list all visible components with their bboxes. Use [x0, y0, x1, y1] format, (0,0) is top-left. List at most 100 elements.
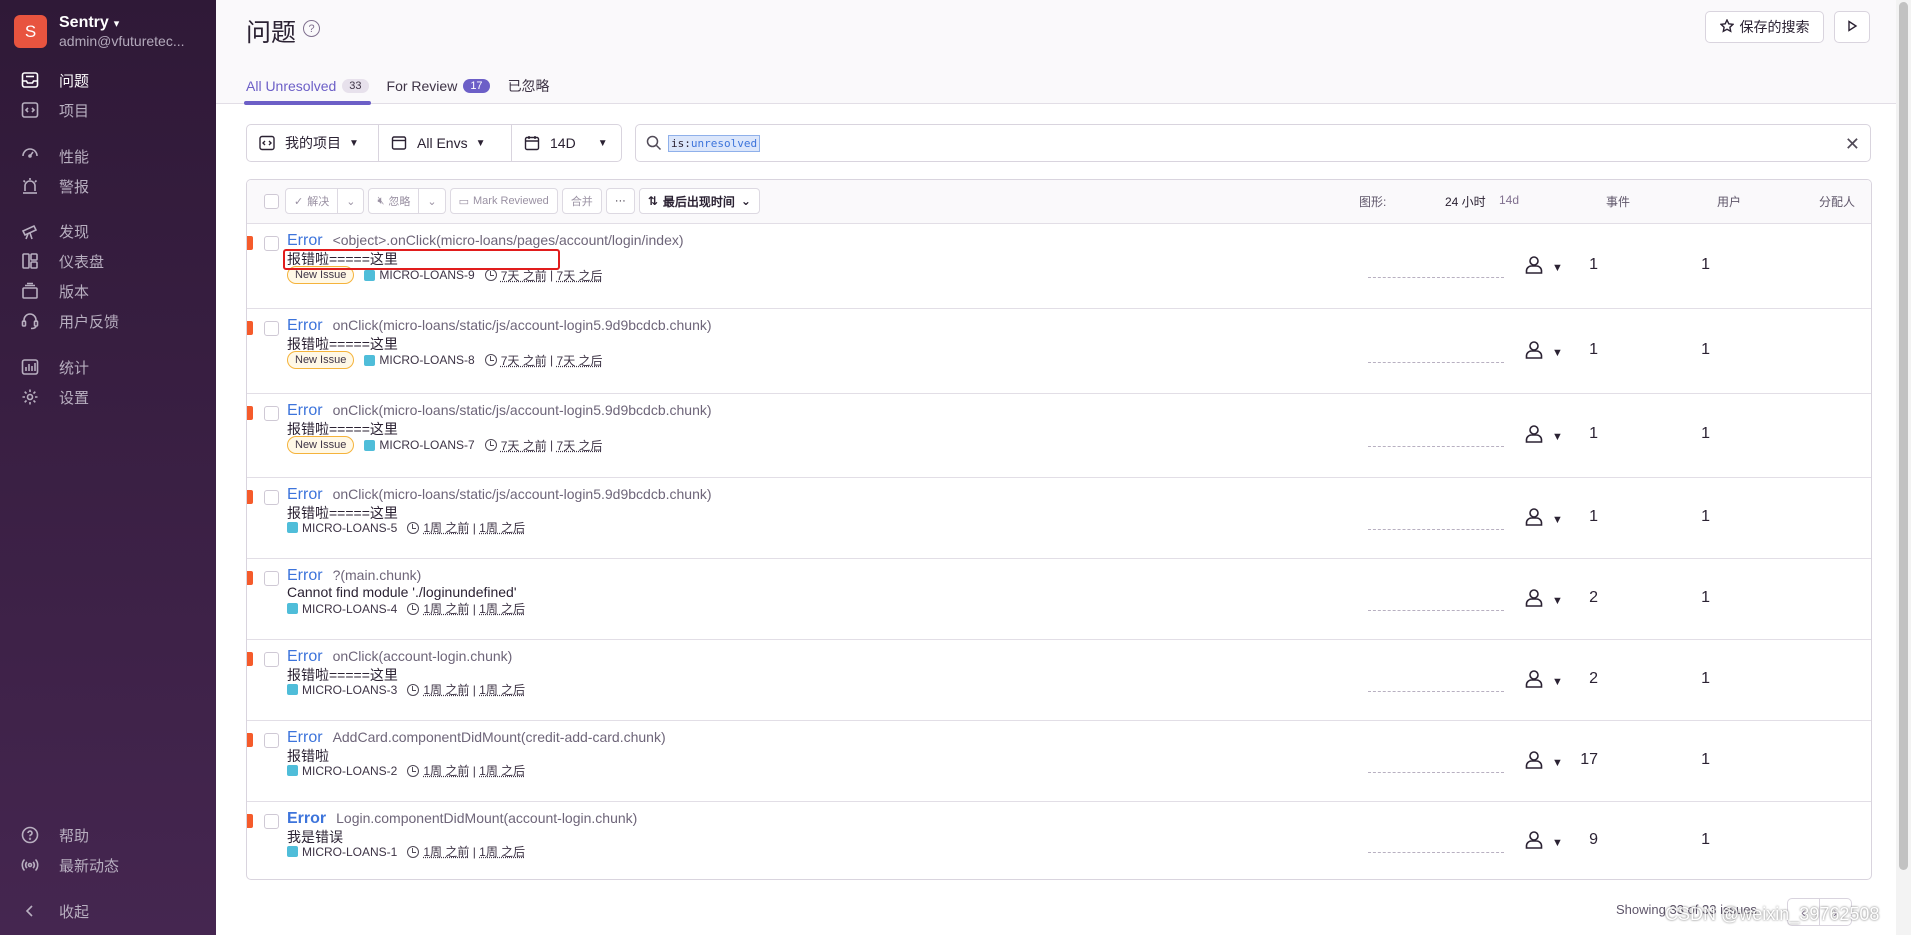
assignee-selector[interactable]: ▼ [1524, 255, 1563, 280]
user-count: 1 [1701, 508, 1710, 525]
sidebar-item-dashboards[interactable]: 仪表盘 [20, 249, 104, 273]
tab-ignored[interactable]: 已忽略 [508, 72, 550, 104]
issue-checkbox[interactable] [264, 321, 279, 336]
date-filter[interactable]: 14D ▼ [512, 124, 622, 162]
issue-checkbox[interactable] [264, 652, 279, 667]
sidebar-item-help[interactable]: 帮助 [20, 823, 89, 847]
issue-culprit: onClick(account-login.chunk) [332, 648, 513, 664]
play-tour-button[interactable] [1834, 11, 1870, 43]
tab-for-review[interactable]: For Review 17 [387, 72, 490, 104]
help-icon[interactable]: ? [303, 20, 320, 37]
mark-reviewed-button[interactable]: ▭ Mark Reviewed [449, 188, 558, 214]
clock-icon [484, 269, 497, 281]
issue-checkbox[interactable] [264, 571, 279, 586]
assignee-selector[interactable]: ▼ [1524, 340, 1563, 365]
issue-short-id[interactable]: MICRO-LOANS-7 [379, 438, 474, 452]
issue-short-id[interactable]: MICRO-LOANS-3 [302, 683, 397, 697]
assignee-selector[interactable]: ▼ [1524, 588, 1563, 613]
issue-search-bar[interactable]: is:unresolved ✕ [635, 124, 1871, 162]
issue-type-link[interactable]: Error [287, 567, 323, 585]
broadcast-icon [20, 855, 40, 875]
assignee-selector[interactable]: ▼ [1524, 830, 1563, 855]
issue-short-id[interactable]: MICRO-LOANS-1 [302, 845, 397, 859]
clock-icon [407, 521, 420, 534]
tab-all-unresolved[interactable]: All Unresolved 33 [244, 72, 371, 105]
issue-row[interactable]: Error onClick(micro-loans/static/js/accou… [247, 394, 1871, 478]
merge-label: 合并 [570, 196, 593, 208]
graph-period-14d[interactable]: 14d [1499, 193, 1519, 207]
time-separator: | [469, 520, 480, 535]
sidebar-item-projects[interactable]: 项目 [20, 98, 89, 122]
issue-row[interactable]: Error onClick(micro-loans/static/js/accou… [247, 309, 1871, 394]
issue-row[interactable]: Error onClick(account-login.chunk) 报错啦====… [247, 640, 1871, 721]
environment-filter[interactable]: All Envs ▼ [379, 124, 512, 162]
assignee-selector[interactable]: ▼ [1524, 507, 1563, 532]
sidebar-item-label: 统计 [59, 359, 90, 377]
issue-type-link[interactable]: Error [287, 648, 323, 666]
resolve-button[interactable]: ✓ 解决 [285, 188, 339, 214]
more-actions-button[interactable]: ··· [605, 188, 635, 214]
issue-checkbox[interactable] [264, 406, 279, 421]
issue-type-link[interactable]: Error [287, 402, 323, 420]
sidebar-item-user-feedback[interactable]: 用户反馈 [20, 309, 119, 333]
issue-row[interactable]: Error AddCard.componentDidMount(credit-ad… [247, 721, 1871, 802]
first-seen: 1周 之前 [423, 602, 470, 616]
event-count: 2 [1589, 670, 1598, 687]
issue-type-link[interactable]: Error [287, 486, 323, 504]
issue-short-id[interactable]: MICRO-LOANS-4 [302, 602, 397, 616]
issue-checkbox[interactable] [264, 814, 279, 829]
issue-type-link[interactable]: Error [287, 317, 323, 335]
assignee-selector[interactable]: ▼ [1524, 669, 1563, 694]
project-platform-icon [287, 522, 298, 533]
org-switcher[interactable]: S Sentry ▾ admin@vfuturetec... [14, 14, 199, 49]
issue-short-id[interactable]: MICRO-LOANS-5 [302, 521, 397, 535]
clear-search-icon[interactable]: ✕ [1845, 134, 1860, 155]
sidebar: S Sentry ▾ admin@vfuturetec... 问题 项目 性能 警… [0, 0, 216, 935]
issue-row[interactable]: Error ?(main.chunk) Cannot find module './… [247, 559, 1871, 640]
sidebar-item-settings[interactable]: 设置 [20, 385, 89, 409]
sidebar-item-releases[interactable]: 版本 [20, 279, 89, 303]
search-query-token[interactable]: is:unresolved [668, 134, 761, 152]
issue-culprit: Login.componentDidMount(account-login.ch… [336, 810, 638, 826]
issue-checkbox[interactable] [264, 733, 279, 748]
user-icon [1524, 750, 1544, 775]
calendar-icon [524, 135, 540, 151]
select-all-checkbox[interactable] [264, 194, 279, 209]
new-issue-badge: New Issue [287, 436, 355, 454]
ignore-button[interactable]: 🔇︎ 忽略 [368, 188, 420, 214]
user-icon [1524, 588, 1544, 613]
issue-short-id[interactable]: MICRO-LOANS-9 [379, 268, 474, 282]
issue-type-link[interactable]: Error [287, 232, 323, 250]
project-filter[interactable]: 我的项目 ▼ [246, 124, 379, 162]
clock-icon [407, 602, 420, 615]
first-seen: 7天 之前 [500, 438, 547, 453]
ignore-dropdown[interactable]: ⌄ [419, 188, 446, 214]
saved-searches-button[interactable]: 保存的搜索 [1705, 11, 1824, 43]
sidebar-item-performance[interactable]: 性能 [20, 144, 89, 168]
sidebar-item-discover[interactable]: 发现 [20, 219, 89, 243]
sidebar-item-stats[interactable]: 统计 [20, 355, 89, 379]
assignee-selector[interactable]: ▼ [1524, 424, 1563, 449]
resolve-dropdown[interactable]: ⌄ [338, 188, 365, 214]
user-icon [1524, 424, 1544, 449]
sidebar-item-whats-new[interactable]: 最新动态 [20, 853, 119, 877]
graph-period-24h[interactable]: 24 小时 [1445, 193, 1486, 210]
issue-checkbox[interactable] [264, 236, 279, 251]
issue-row[interactable]: Error onClick(micro-loans/static/js/accou… [247, 478, 1871, 559]
merge-button[interactable]: 合并 [561, 188, 602, 214]
issue-short-id[interactable]: MICRO-LOANS-2 [302, 764, 397, 778]
issue-row[interactable]: Error Login.componentDidMount(account-log… [247, 802, 1871, 879]
sidebar-item-alerts[interactable]: 警报 [20, 174, 89, 198]
sidebar-item-label: 问题 [59, 72, 90, 90]
sort-button[interactable]: ⇅ 最后出现时间 ⌄ [638, 188, 760, 214]
issue-type-link[interactable]: Error [287, 810, 326, 828]
issue-short-id[interactable]: MICRO-LOANS-8 [379, 353, 474, 367]
issue-checkbox[interactable] [264, 490, 279, 505]
issue-type-link[interactable]: Error [287, 729, 323, 747]
sidebar-item-issues[interactable]: 问题 [20, 68, 89, 92]
assignee-selector[interactable]: ▼ [1524, 750, 1563, 775]
page-scrollbar[interactable] [1896, 0, 1911, 935]
sidebar-collapse[interactable]: 收起 [20, 899, 89, 923]
error-level-indicator [247, 406, 253, 420]
scrollbar-thumb[interactable] [1899, 2, 1908, 870]
